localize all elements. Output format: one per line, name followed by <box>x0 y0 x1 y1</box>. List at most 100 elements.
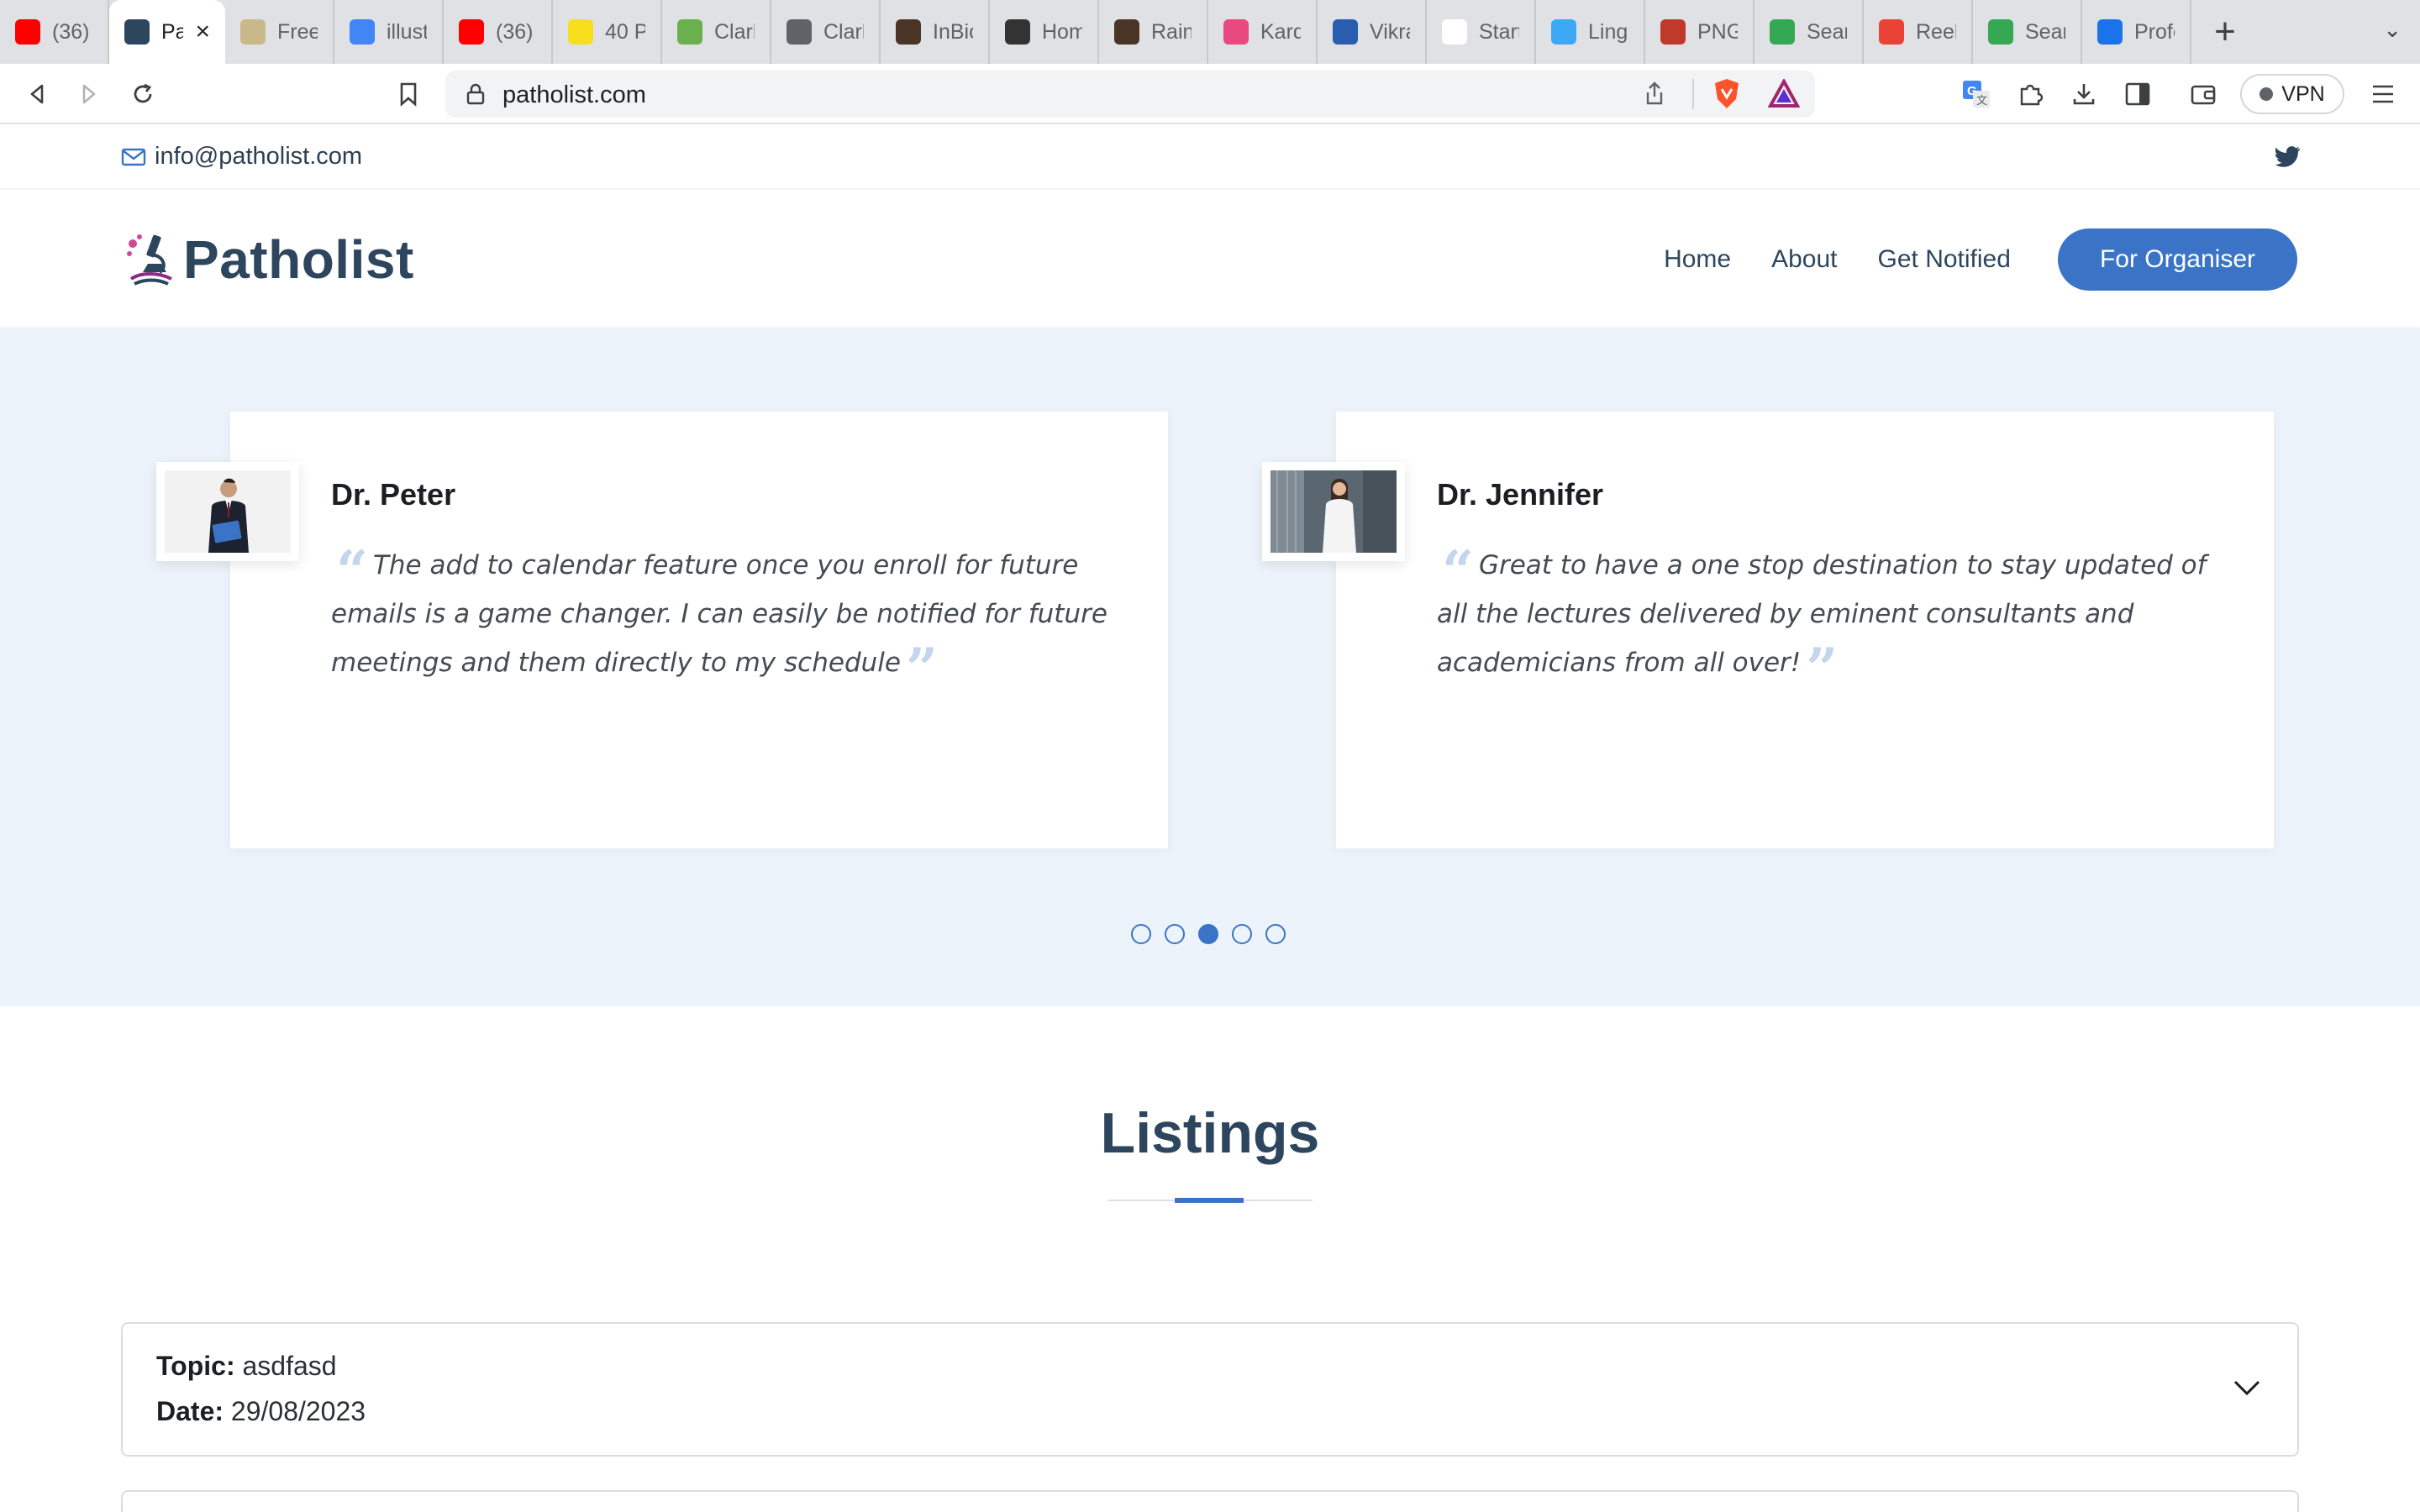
sidebar-toggle-icon[interactable] <box>2119 76 2156 113</box>
lock-icon <box>466 83 485 105</box>
testimonial-photo-jennifer <box>1262 462 1405 561</box>
browser-tab[interactable]: Profe <box>2082 0 2191 64</box>
browser-tab[interactable]: PNG <box>1645 0 1754 64</box>
testimonial-name: Dr. Peter <box>331 477 456 512</box>
browser-tab[interactable]: (36) <box>444 0 553 64</box>
testimonial-quote: “The add to calendar feature once you en… <box>331 538 1138 696</box>
k-icon <box>1223 19 1249 45</box>
tab-title: PNG <box>1697 19 1738 44</box>
tab-title: Clark <box>823 19 864 44</box>
browser-tab[interactable]: Vikra <box>1318 0 1427 64</box>
url-text: patholist.com <box>502 81 646 108</box>
tab-title: Start <box>1479 19 1519 44</box>
address-bar[interactable]: patholist.com <box>445 71 1815 118</box>
svg-text:文: 文 <box>1976 94 1987 107</box>
globe-icon <box>786 19 812 45</box>
listings-heading: Listings <box>1100 1101 1320 1165</box>
browser-tab[interactable]: (36) <box>0 0 109 64</box>
tab-title: Profe <box>2134 19 2175 44</box>
close-quote-icon: ” <box>905 636 938 701</box>
browser-tab[interactable]: Pa × <box>109 0 225 64</box>
close-tab-icon[interactable]: × <box>195 18 210 46</box>
tab-search-chevron-icon[interactable]: ⌄ <box>2383 17 2402 43</box>
vpn-button[interactable]: VPN <box>2240 74 2344 114</box>
back-icon[interactable] <box>18 76 55 113</box>
share-icon[interactable] <box>1644 81 1665 106</box>
testimonial-name: Dr. Jennifer <box>1437 477 1604 512</box>
mail-icon <box>121 148 146 165</box>
carousel-dot[interactable] <box>1198 924 1218 944</box>
tab-title: Searc <box>1807 19 1847 44</box>
contact-email[interactable]: info@patholist.com <box>121 143 362 171</box>
play-icon <box>1879 19 1904 45</box>
omnibox-divider <box>1692 79 1694 109</box>
carousel-dot[interactable] <box>1131 924 1151 944</box>
youtube-icon <box>459 19 484 45</box>
site-logo[interactable]: Patholist <box>124 228 414 291</box>
browser-tab[interactable]: Searc <box>1754 0 1864 64</box>
download-icon[interactable] <box>2065 76 2102 113</box>
browser-tab[interactable]: 40 Pc <box>553 0 662 64</box>
browser-tab[interactable]: Clark <box>771 0 881 64</box>
tab-title: (36) <box>496 19 534 44</box>
bookmark-icon[interactable] <box>390 76 427 113</box>
main-nav: Home About Get Notified For Organiser <box>1664 228 2297 291</box>
browser-tab-bar: (36) Pa × Free illustr (36) 40 Pc Clark Clark InB… <box>0 0 2420 64</box>
nav-get-notified[interactable]: Get Notified <box>1878 245 2011 274</box>
leaf-icon <box>677 19 702 45</box>
tab-title: Lingu <box>1588 19 1628 44</box>
browser-tab[interactable]: Rainb <box>1099 0 1208 64</box>
listing-accordion-item[interactable]: Topic: asdfasd Date: 29/08/2023 <box>121 1322 2299 1457</box>
topic-label: Topic: <box>156 1351 235 1381</box>
contact-strip: info@patholist.com <box>0 126 2420 190</box>
browser-tab[interactable]: Reels <box>1864 0 1973 64</box>
person-icon <box>1333 19 1358 45</box>
vpn-label: VPN <box>2281 81 2325 106</box>
portrait-icon <box>1114 19 1139 45</box>
open-quote-icon: “ <box>336 538 368 604</box>
w-icon <box>1442 19 1467 45</box>
email-text: info@patholist.com <box>155 143 363 170</box>
drive-icon <box>1770 19 1795 45</box>
forward-icon[interactable] <box>71 76 108 113</box>
wallet-icon[interactable] <box>2185 76 2222 113</box>
open-quote-icon: “ <box>1442 538 1474 604</box>
youtube-icon <box>15 19 40 45</box>
reload-icon[interactable] <box>124 76 161 113</box>
carousel-dot[interactable] <box>1232 924 1252 944</box>
tab-title: InBio <box>933 19 973 44</box>
browser-tab[interactable]: Home <box>990 0 1099 64</box>
new-tab-button[interactable]: + <box>2191 0 2259 64</box>
browser-tab[interactable]: InBio <box>881 0 990 64</box>
listing-topic: Topic: asdfasd <box>156 1351 337 1382</box>
twitter-icon[interactable] <box>2275 144 2301 170</box>
tab-title: Rainb <box>1151 19 1192 44</box>
brave-rewards-icon[interactable] <box>1768 79 1800 109</box>
carousel-dot[interactable] <box>1165 924 1185 944</box>
browser-tab[interactable]: Kards <box>1208 0 1318 64</box>
for-organiser-button[interactable]: For Organiser <box>2057 228 2297 291</box>
browser-tab[interactable]: Clark <box>662 0 771 64</box>
menu-icon[interactable] <box>2365 76 2402 113</box>
vpn-status-icon <box>2260 87 2274 101</box>
site-header: Patholist Home About Get Notified For Or… <box>0 192 2420 326</box>
carousel-dot[interactable] <box>1265 924 1286 944</box>
testimonial-quote-text: The add to calendar feature once you enr… <box>331 550 1107 678</box>
tab-title: Free <box>277 19 318 44</box>
browser-tab[interactable]: illustr <box>334 0 444 64</box>
extensions-icon[interactable] <box>2012 76 2049 113</box>
listing-accordion-item[interactable] <box>121 1490 2299 1512</box>
tab-title: Reels <box>1916 19 1956 44</box>
browser-tab[interactable]: Searc <box>1973 0 2082 64</box>
chevron-down-icon[interactable] <box>2230 1371 2264 1404</box>
portrait-icon <box>896 19 921 45</box>
nav-home[interactable]: Home <box>1664 245 1731 274</box>
image-icon <box>240 19 266 45</box>
nav-about[interactable]: About <box>1771 245 1837 274</box>
browser-tab[interactable]: Start <box>1427 0 1536 64</box>
close-quote-icon: ” <box>1806 636 1839 701</box>
translate-icon[interactable]: G文 <box>1958 76 1995 113</box>
browser-tab[interactable]: Free <box>225 0 334 64</box>
brave-shield-icon[interactable] <box>1712 77 1741 111</box>
browser-tab[interactable]: Lingu <box>1536 0 1645 64</box>
